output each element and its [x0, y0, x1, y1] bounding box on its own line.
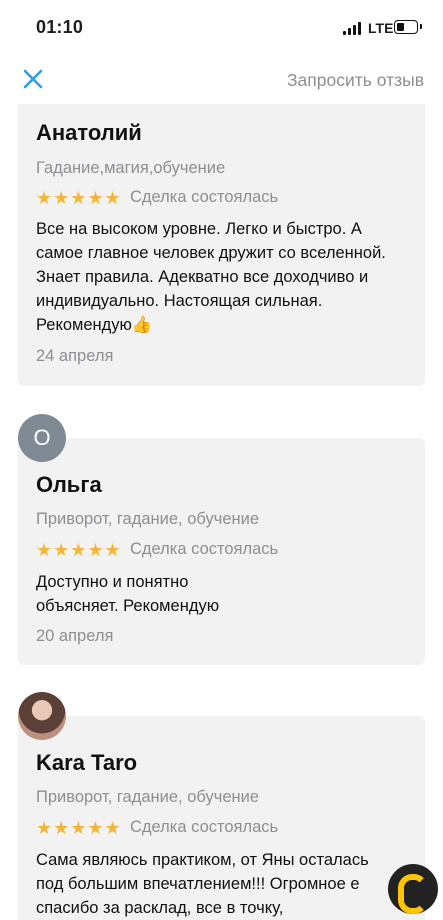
review-card: Ольга Приворот, гадание, обучение ★★★★★ …	[18, 438, 425, 665]
request-review-link[interactable]: Запросить отзыв	[287, 70, 424, 91]
review-date: 20 апреля	[36, 627, 114, 645]
close-icon	[23, 69, 43, 89]
reviewer-services: Гадание,магия,обучение	[36, 159, 226, 177]
close-button[interactable]	[20, 66, 46, 92]
review-date: 24 апреля	[36, 347, 114, 365]
reviewer-name: Анатолий	[36, 120, 142, 145]
review-text-line: Доступно и понятно	[36, 573, 189, 591]
star-rating-icon: ★★★★★	[36, 540, 122, 560]
assistant-logo-icon	[398, 874, 428, 914]
reviewer-name: Kara Taro	[36, 750, 138, 775]
reviewer-avatar: О	[18, 414, 66, 462]
review-text-line: объясняет. Рекомендую	[36, 597, 220, 615]
deal-status: Сделка состоялась	[130, 188, 279, 206]
review-card: Анатолий Гадание,магия,обучение ★★★★★ Сд…	[18, 104, 425, 386]
reviewer-avatar-photo	[18, 692, 66, 740]
cellular-signal-icon	[343, 22, 363, 35]
top-navigation: Запросить отзыв	[0, 56, 443, 104]
chat-assistant-button[interactable]	[388, 864, 438, 914]
review-card: Kara Taro Приворот, гадание, обучение ★★…	[18, 716, 425, 920]
review-text-line: под большим впечатлением!!! Огромное е	[36, 875, 360, 893]
star-rating-icon: ★★★★★	[36, 188, 122, 208]
reviewer-name: Ольга	[36, 472, 102, 497]
status-bar: 01:10 LTE	[0, 0, 443, 56]
deal-status: Сделка состоялась	[130, 540, 279, 558]
network-type: LTE	[368, 20, 394, 36]
review-text: Доступно и понятно объясняет. Рекомендую	[36, 570, 408, 618]
reviewer-services: Приворот, гадание, обучение	[36, 788, 259, 806]
battery-icon	[394, 20, 418, 34]
reviews-list[interactable]: Анатолий Гадание,магия,обучение ★★★★★ Сд…	[0, 104, 443, 920]
deal-status: Сделка состоялась	[130, 818, 279, 836]
battery-cap	[420, 24, 422, 29]
review-text-line: Сама являюсь практиком, от Яны осталась	[36, 851, 369, 869]
review-text: Все на высоком уровне. Легко и быстро. А…	[36, 220, 386, 334]
reviewer-services: Приворот, гадание, обучение	[36, 510, 259, 528]
review-text: Сама являюсь практиком, от Яны осталась …	[36, 848, 421, 920]
review-text-line: спасибо за расклад, все в точку,	[36, 899, 284, 917]
star-rating-icon: ★★★★★	[36, 818, 122, 838]
status-time: 01:10	[36, 17, 84, 37]
